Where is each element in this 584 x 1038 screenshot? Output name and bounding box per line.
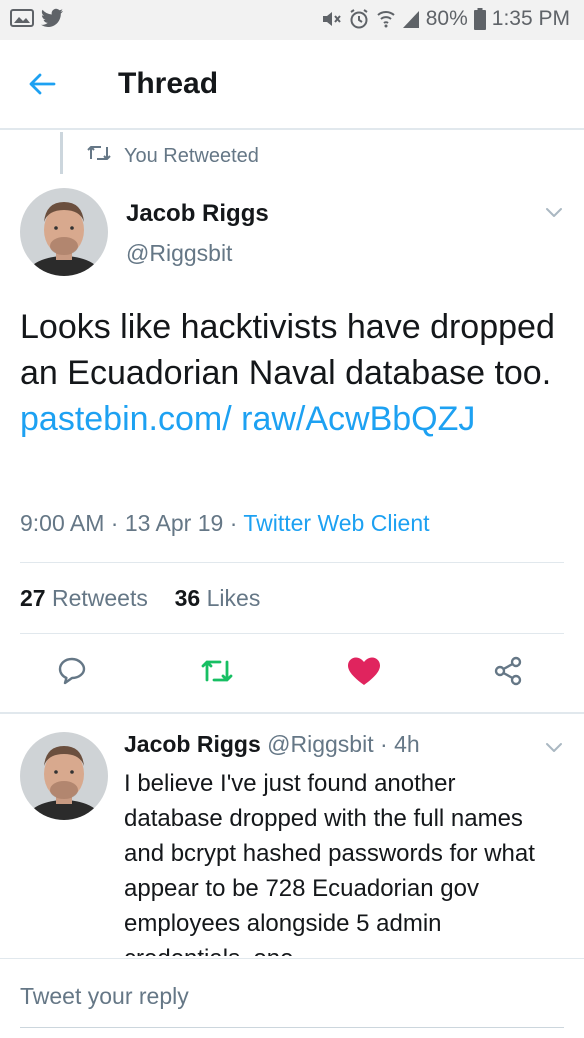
- input-underline: [20, 1027, 564, 1028]
- back-arrow-icon: [28, 72, 56, 101]
- reply-text[interactable]: I believe I've just found another databa…: [124, 766, 544, 956]
- author-name[interactable]: Jacob Riggs: [126, 200, 269, 228]
- reply-button[interactable]: [52, 653, 92, 693]
- reply-author-handle[interactable]: @Riggsbit: [267, 731, 373, 757]
- retweet-indicator-label: You Retweeted: [124, 144, 259, 167]
- tweet-date: 13 Apr 19: [124, 510, 224, 536]
- author-handle[interactable]: @Riggsbit: [126, 240, 232, 267]
- retweet-button[interactable]: [197, 653, 237, 693]
- reply-options-button[interactable]: [542, 735, 566, 759]
- status-bar: 80% 1:35 PM: [0, 0, 584, 40]
- image-icon: [10, 8, 34, 28]
- back-button[interactable]: [20, 66, 64, 106]
- share-button[interactable]: [488, 653, 528, 693]
- wifi-icon: [376, 8, 396, 30]
- twitter-bird-icon: [40, 8, 64, 28]
- reply-author-name[interactable]: Jacob Riggs: [124, 731, 261, 757]
- divider: [20, 633, 564, 634]
- tweet-time: 9:00 AM: [20, 510, 105, 536]
- tweet-actions: [0, 648, 584, 698]
- share-icon: [492, 655, 524, 692]
- chevron-down-icon: [542, 208, 566, 228]
- meta-separator: ·: [110, 510, 125, 536]
- mute-icon: [320, 8, 342, 30]
- avatar[interactable]: [20, 188, 108, 276]
- likes-count[interactable]: 36: [175, 585, 201, 611]
- retweet-icon: [200, 656, 234, 691]
- reply-icon: [56, 655, 88, 692]
- reply-avatar[interactable]: [20, 732, 108, 820]
- meta-separator: ·: [380, 731, 388, 757]
- retweets-count[interactable]: 27: [20, 585, 46, 611]
- chevron-down-icon: [542, 743, 566, 763]
- tweet-link[interactable]: pastebin.com/ raw/AcwBbQZJ: [20, 400, 475, 438]
- tweet-options-button[interactable]: [542, 200, 566, 224]
- like-button[interactable]: [344, 653, 384, 693]
- reply-header: Jacob Riggs @Riggsbit · 4h: [124, 731, 420, 758]
- retweet-indicator: You Retweeted: [86, 143, 259, 169]
- alarm-icon: [348, 8, 370, 30]
- section-divider: [0, 712, 584, 714]
- status-bar-system: 80% 1:35 PM: [320, 7, 570, 31]
- app-bar: Thread: [0, 40, 584, 130]
- retweet-icon: [86, 143, 112, 169]
- likes-label[interactable]: Likes: [207, 585, 261, 611]
- retweets-label[interactable]: Retweets: [52, 585, 148, 611]
- reply-age: 4h: [394, 731, 420, 757]
- reply-input[interactable]: Tweet your reply: [20, 983, 189, 1010]
- tweet-text: Looks like hacktivists have dropped an E…: [20, 304, 565, 442]
- heart-icon: [347, 656, 381, 691]
- status-bar-notifications: [10, 8, 64, 28]
- tweet-body: Looks like hacktivists have dropped an E…: [20, 308, 555, 392]
- battery-percent: 80%: [425, 7, 468, 30]
- reply-compose-bar: Tweet your reply: [0, 958, 584, 1038]
- signal-icon: [402, 9, 420, 29]
- clock: 1:35 PM: [491, 7, 570, 30]
- divider: [20, 562, 564, 563]
- tweet-source-link[interactable]: Twitter Web Client: [243, 510, 429, 536]
- meta-separator: ·: [229, 510, 244, 536]
- thread-connector-line: [60, 132, 63, 174]
- page-title: Thread: [118, 67, 219, 100]
- tweet-stats: 27 Retweets 36 Likes: [20, 585, 260, 612]
- tweet-meta: 9:00 AM · 13 Apr 19 · Twitter Web Client: [20, 510, 430, 537]
- battery-icon: [473, 8, 486, 30]
